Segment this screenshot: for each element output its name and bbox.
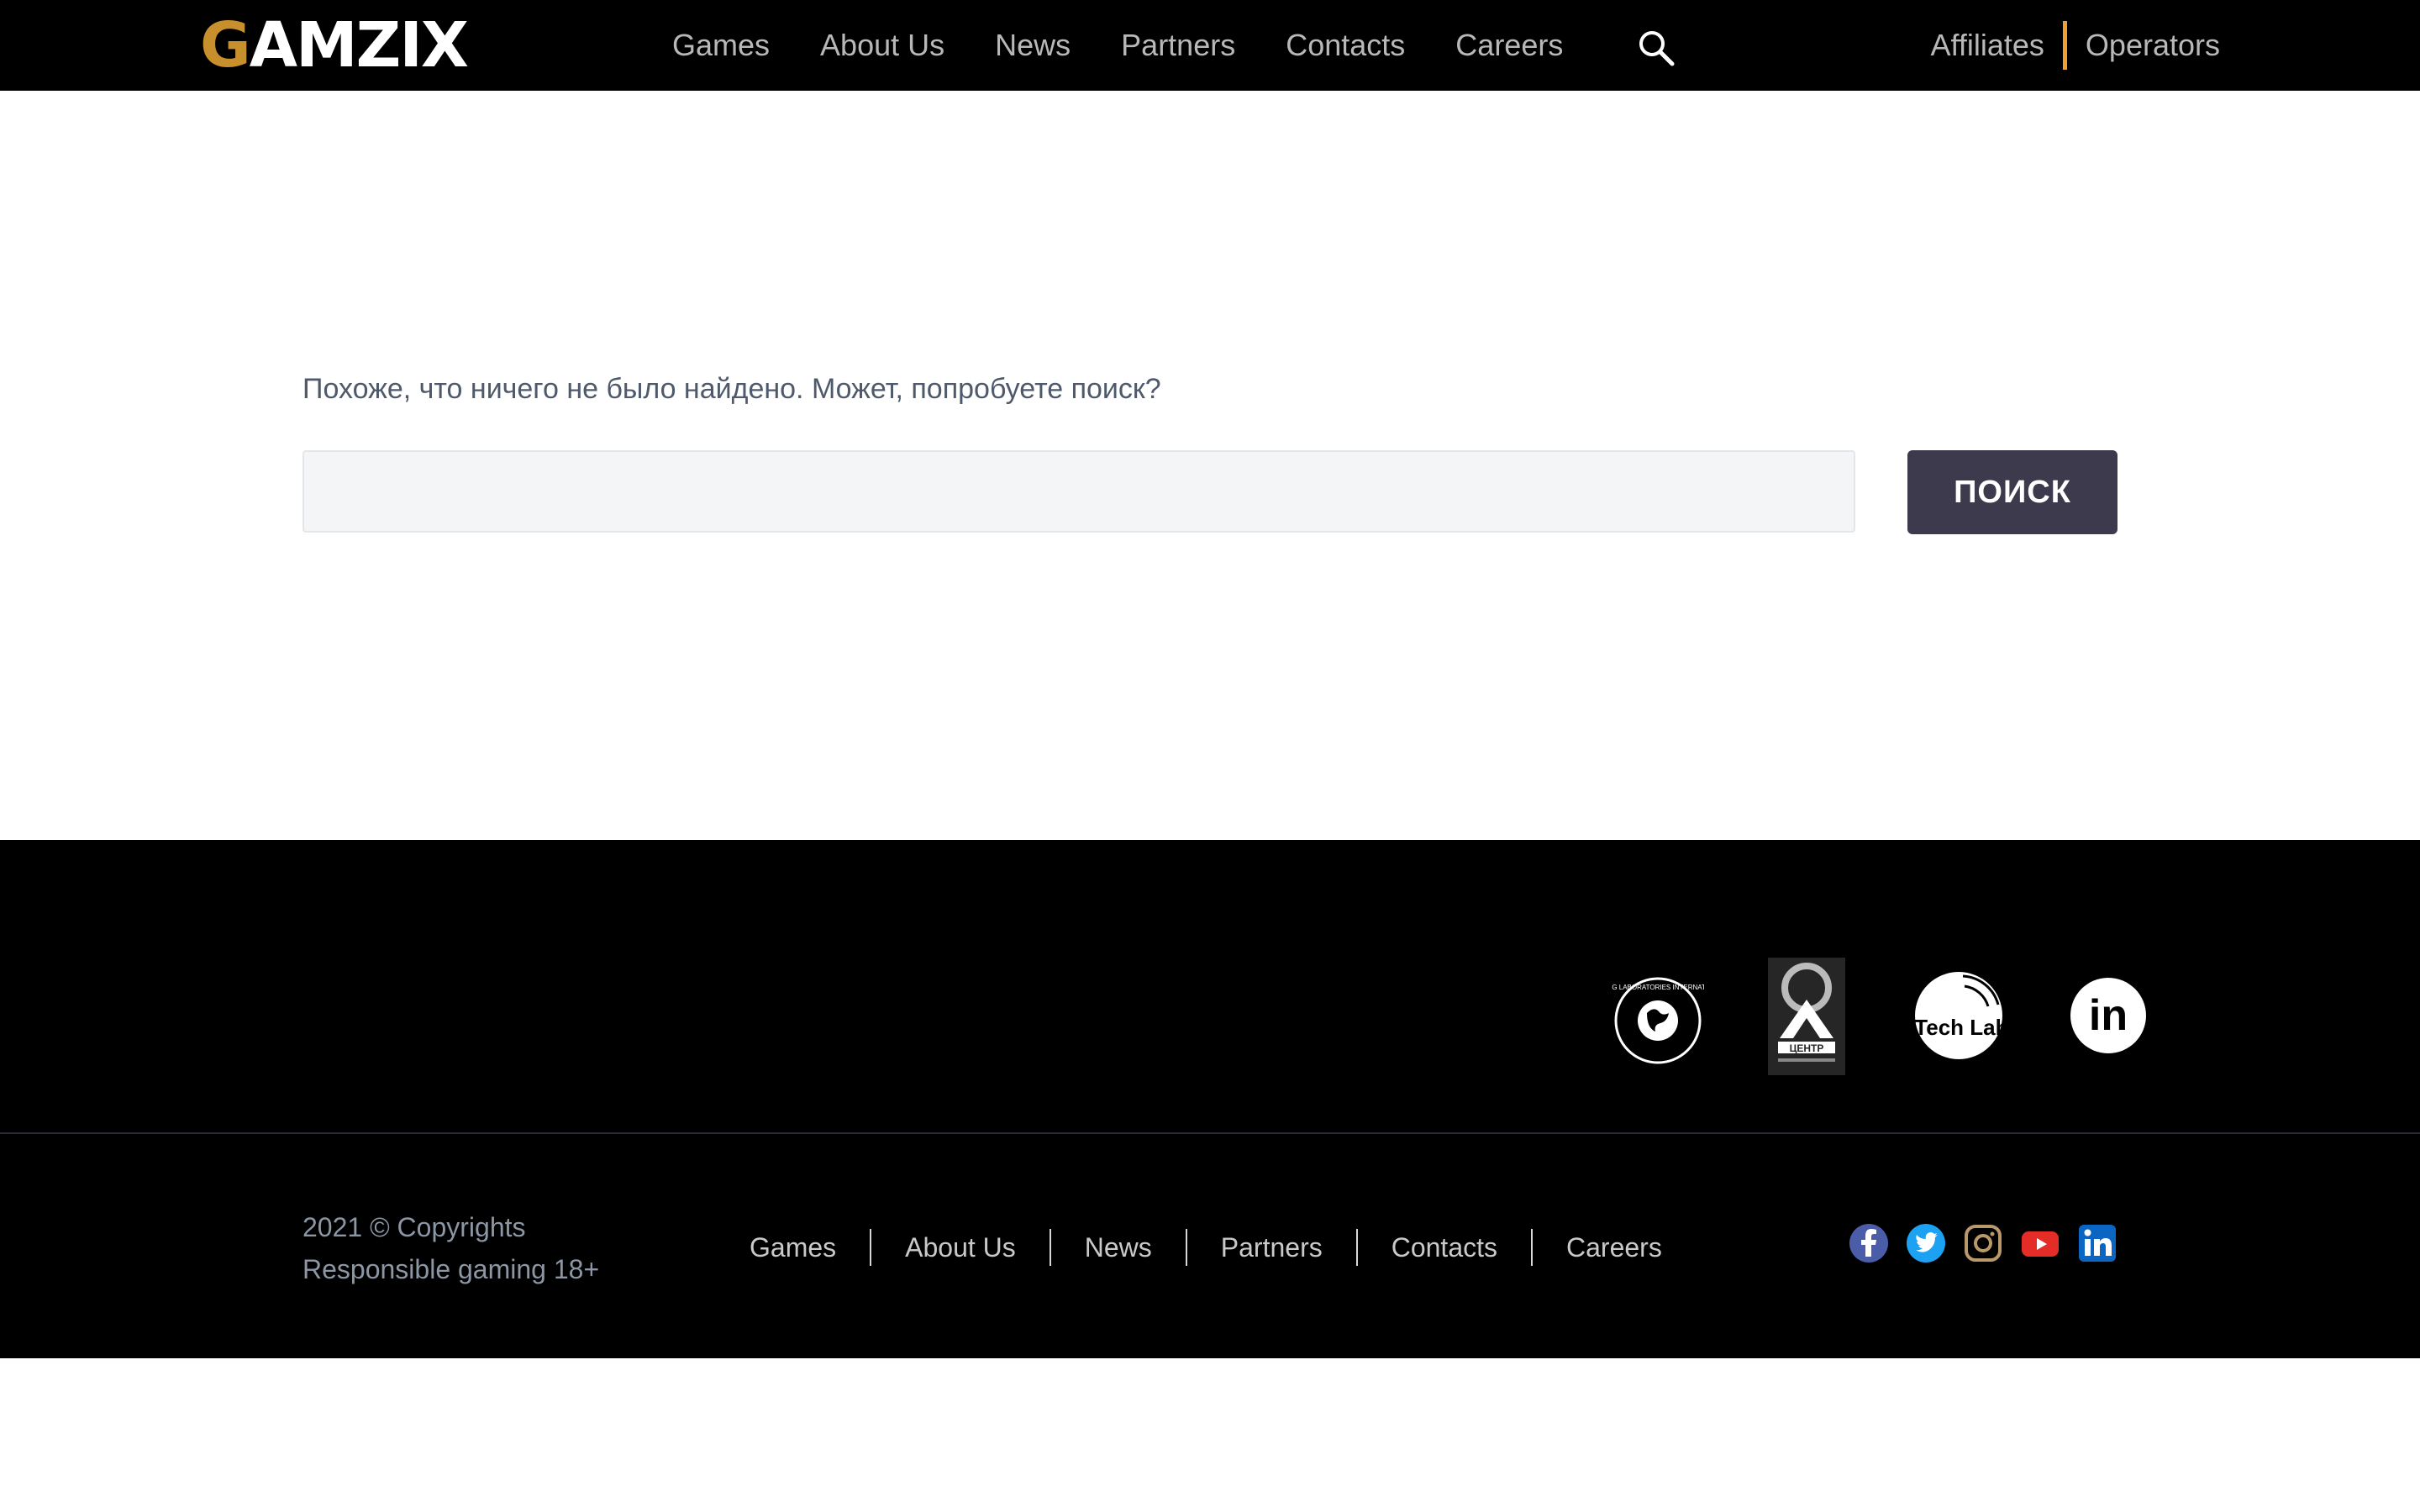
- gli-text: GAMING LABORATORIES INTERNATIONAL: [1612, 984, 1704, 991]
- footer-nav-divider: [1531, 1229, 1533, 1266]
- side-links-divider: [2062, 21, 2067, 70]
- footer-nav-divider: [870, 1229, 872, 1266]
- nav-partners[interactable]: Partners: [1121, 28, 1235, 63]
- linkedin-icon[interactable]: in: [2069, 976, 2148, 1055]
- responsible-gaming-text: Responsible gaming 18+: [302, 1254, 600, 1284]
- search-input[interactable]: [302, 450, 1855, 533]
- footer-nav-divider: [1185, 1229, 1187, 1266]
- nav-games[interactable]: Games: [672, 28, 770, 63]
- instagram-icon[interactable]: [1963, 1223, 2003, 1263]
- footer-nav-divider: [1049, 1229, 1051, 1266]
- footer-nav-contacts[interactable]: Contacts: [1392, 1232, 1497, 1263]
- nav-careers[interactable]: Careers: [1455, 28, 1563, 63]
- business-center-icon[interactable]: ЦЕНТР: [1768, 958, 1845, 1075]
- twitter-icon[interactable]: [1906, 1223, 1946, 1263]
- side-links: Affiliates Operators: [1931, 0, 2220, 91]
- footer-badges: GAMING LABORATORIES INTERNATIONAL ЦЕНТР …: [0, 840, 2420, 1134]
- footer-nav-careers[interactable]: Careers: [1566, 1232, 1662, 1263]
- copyright-text: 2021 © Copyrights: [302, 1212, 526, 1242]
- facebook-icon[interactable]: [1849, 1223, 1889, 1263]
- itech-labs-icon[interactable]: iTech Labs: [1912, 969, 2005, 1062]
- itech-text: iTech Labs: [1912, 1015, 2005, 1040]
- operators-link[interactable]: Operators: [2086, 28, 2220, 63]
- footer-nav-news[interactable]: News: [1085, 1232, 1152, 1263]
- main-nav: Games About Us News Partners Contacts Ca…: [672, 0, 1613, 91]
- nav-news[interactable]: News: [995, 28, 1071, 63]
- linkedin-icon[interactable]: [2077, 1223, 2118, 1263]
- nav-contacts[interactable]: Contacts: [1286, 28, 1405, 63]
- footer-nav-partners[interactable]: Partners: [1221, 1232, 1323, 1263]
- not-found-message: Похоже, что ничего не было найдено. Може…: [302, 373, 1161, 405]
- youtube-icon[interactable]: [2020, 1223, 2060, 1263]
- logo-letter-g: G: [200, 9, 251, 81]
- nav-about-us[interactable]: About Us: [820, 28, 944, 63]
- search-icon[interactable]: [1637, 29, 1676, 67]
- gli-icon[interactable]: GAMING LABORATORIES INTERNATIONAL: [1612, 974, 1704, 1067]
- social-links: [1849, 1223, 2134, 1263]
- footer-nav-divider: [1355, 1229, 1358, 1266]
- footer-nav-games[interactable]: Games: [750, 1232, 836, 1263]
- affiliates-link[interactable]: Affiliates: [1931, 28, 2044, 63]
- logo-rest: AMZIX: [249, 9, 469, 81]
- gamzix-logo[interactable]: GAMZIX: [200, 9, 469, 81]
- copyright-block: 2021 © Copyrights Responsible gaming 18+: [302, 1206, 599, 1290]
- center-text: ЦЕНТР: [1790, 1042, 1824, 1054]
- linkedin-badge-text: in: [2089, 991, 2128, 1040]
- site-header: GAMZIX Games About Us News Partners Cont…: [0, 0, 2420, 91]
- search-button[interactable]: ПОИСК: [1907, 450, 2118, 534]
- footer-bottom: 2021 © Copyrights Responsible gaming 18+…: [0, 1134, 2420, 1358]
- footer-nav: Games About Us News Partners Contacts Ca…: [750, 1228, 1662, 1267]
- footer-nav-about-us[interactable]: About Us: [905, 1232, 1016, 1263]
